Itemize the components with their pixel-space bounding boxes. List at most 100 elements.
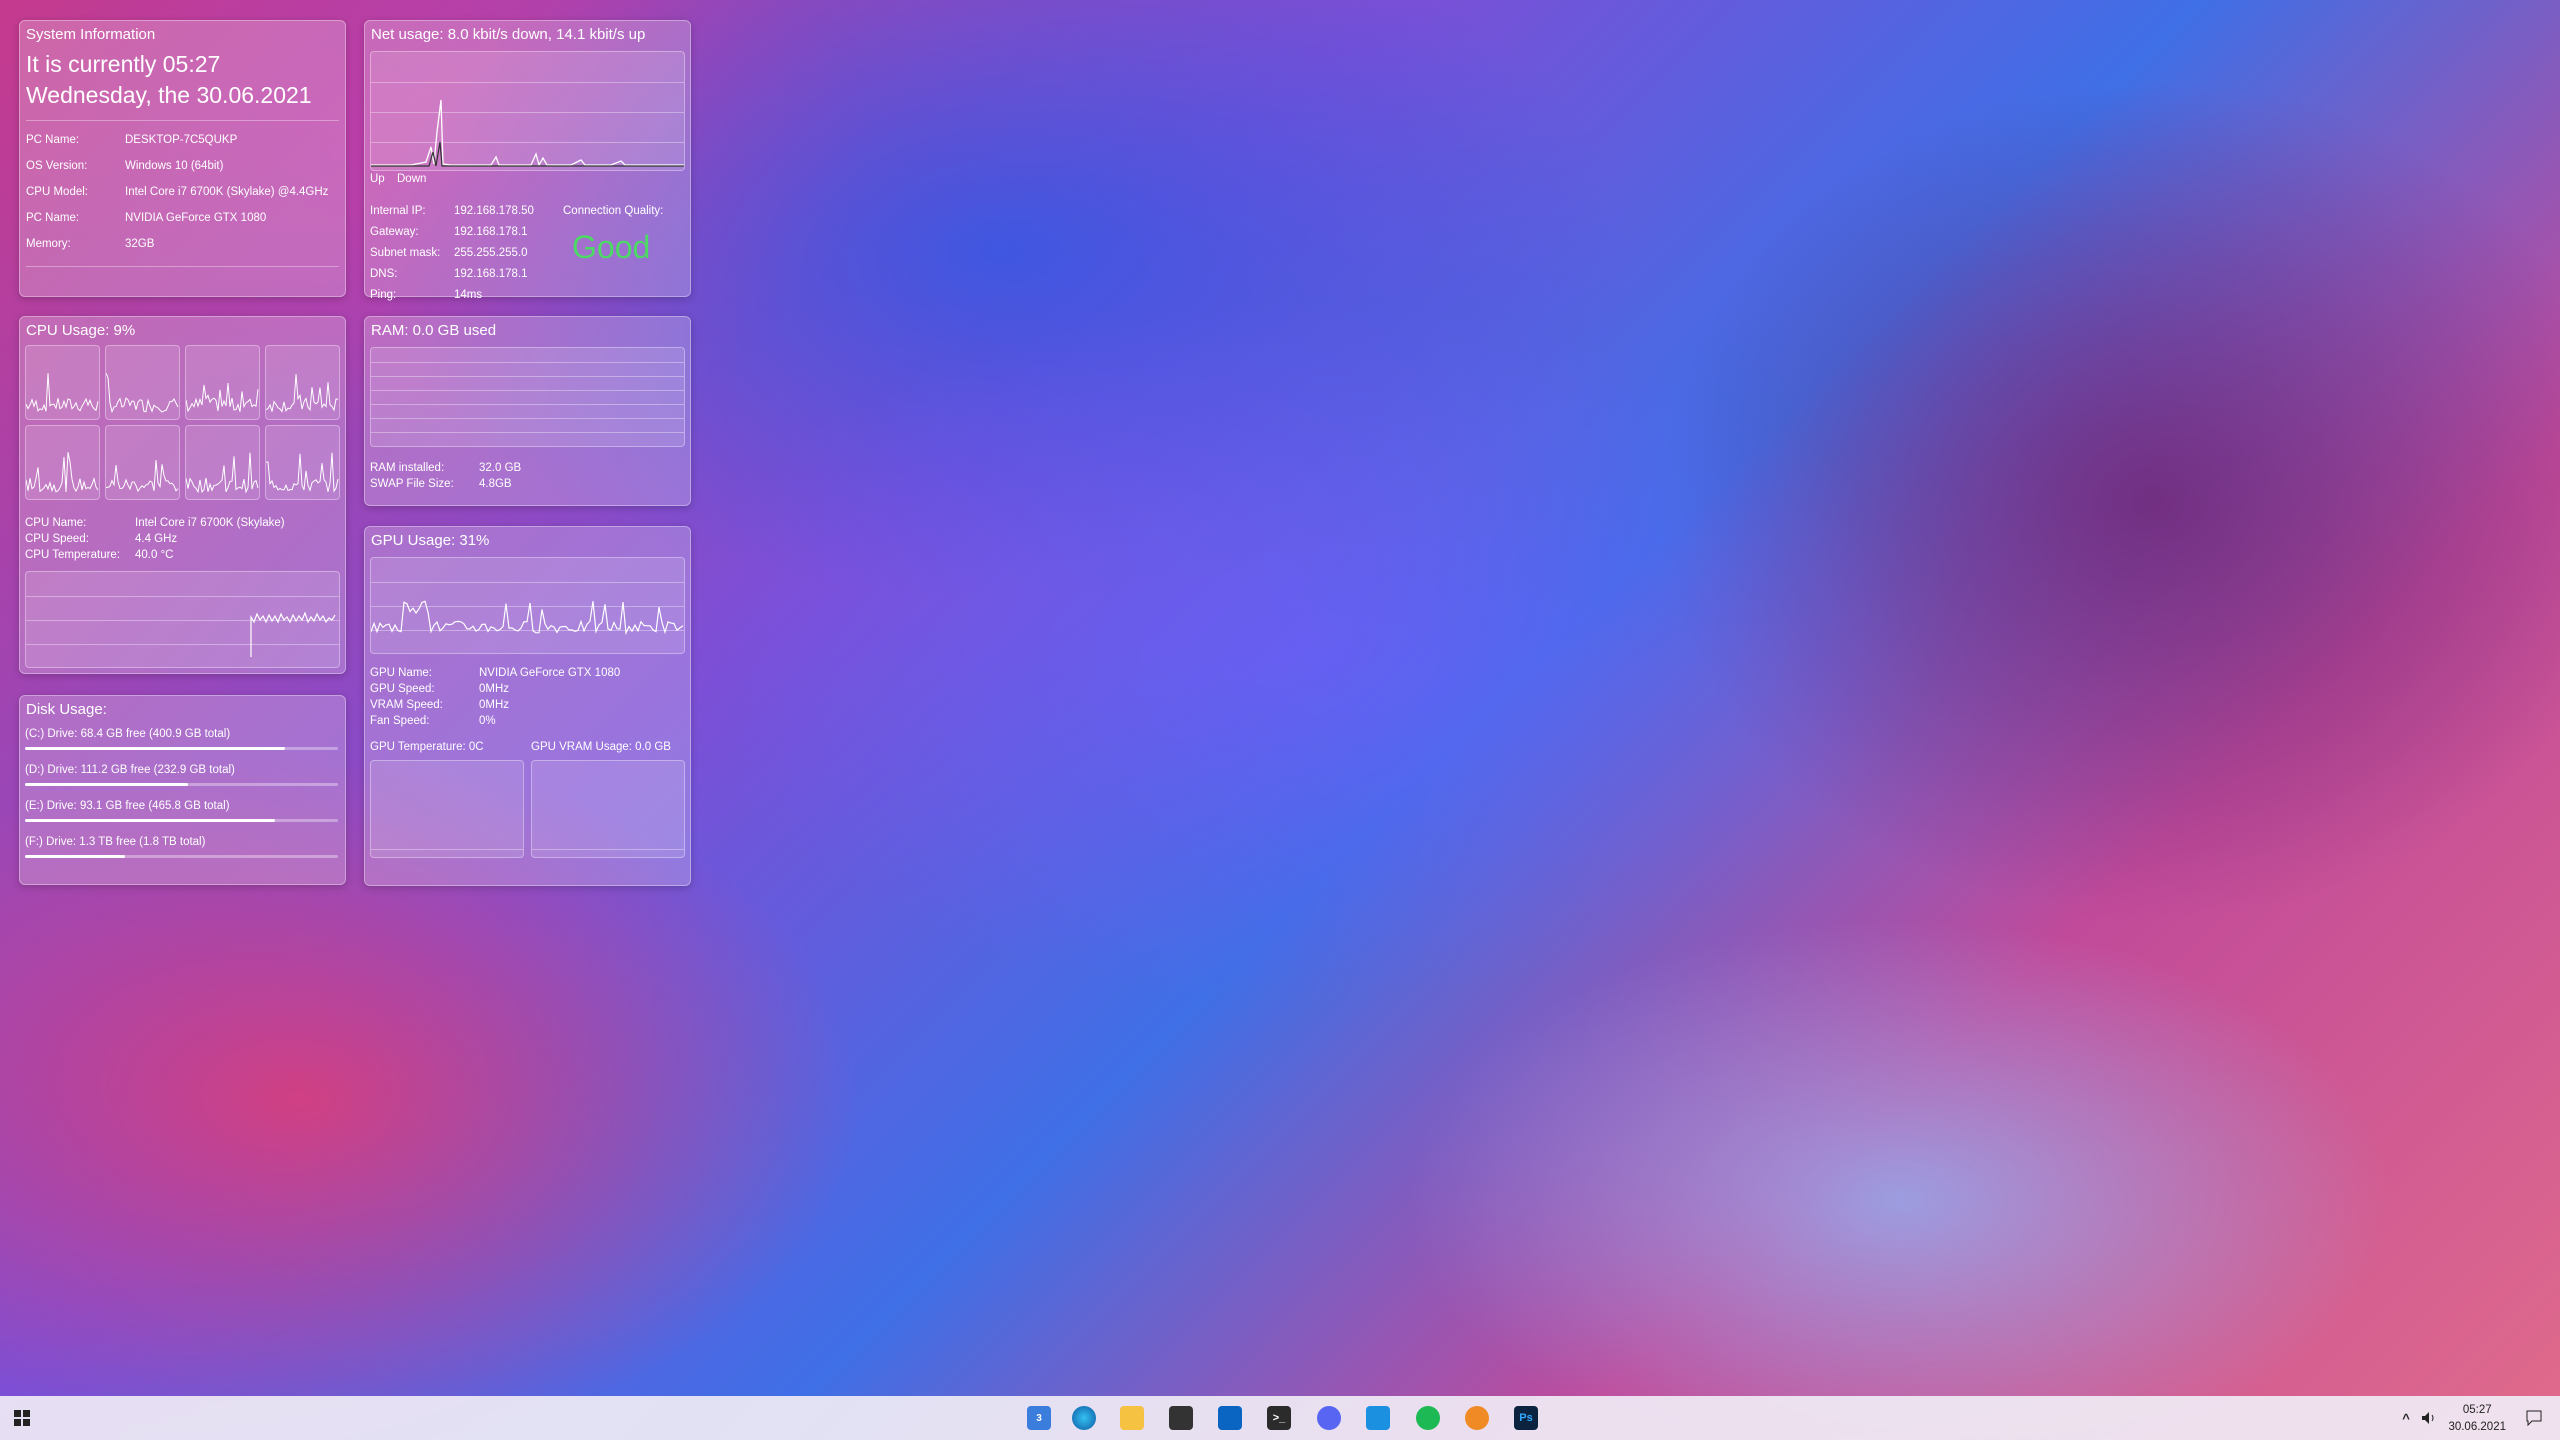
spotify-icon[interactable] (1416, 1406, 1440, 1430)
taskbar: 3 >_ Ps ^ 05:27 30.06.2021 (0, 1396, 2560, 1440)
info-value: NVIDIA GeForce GTX 1080 (125, 212, 267, 224)
gpu-value: 0MHz (479, 683, 510, 695)
cpu-label: CPU Name: (25, 517, 87, 529)
ram-title: RAM: 0.0 GB used (371, 322, 497, 339)
drive-usage-bar (25, 819, 338, 822)
explorer-badge-count: 3 (1036, 1412, 1042, 1424)
net-usage-title: Net usage: 8.0 kbit/s down, 14.1 kbit/s … (371, 26, 646, 43)
legend-up: Up (370, 173, 385, 185)
ram-label: RAM installed: (370, 462, 445, 474)
drive-usage-bar (25, 855, 338, 858)
info-label: CPU Model: (26, 186, 88, 198)
photoshop-icon[interactable]: Ps (1514, 1406, 1538, 1430)
drive-usage-bar (25, 783, 338, 786)
gpu-label: VRAM Speed: (370, 699, 443, 711)
net-value: 192.168.178.50 (454, 205, 534, 217)
info-label: Memory: (26, 238, 71, 250)
gpu-label: GPU Speed: (370, 683, 435, 695)
windows-start-icon[interactable] (10, 1406, 34, 1430)
notification-icon[interactable] (2522, 1406, 2546, 1430)
divider (26, 266, 339, 267)
ram-label: SWAP File Size: (370, 478, 454, 490)
cpu-value: 4.4 GHz (135, 533, 178, 545)
info-label: PC Name: (26, 212, 80, 224)
net-usage-panel: Net usage: 8.0 kbit/s down, 14.1 kbit/s … (364, 20, 691, 301)
net-value: 255.255.255.0 (454, 247, 528, 259)
legend-down: Down (397, 173, 427, 185)
gpu-vram-label: GPU VRAM Usage: 0.0 GB (531, 741, 671, 753)
net-label: DNS: (370, 268, 398, 280)
net-usage-graph (370, 51, 685, 171)
gpu-usage-graph (370, 557, 685, 654)
current-date-line: Wednesday, the 30.06.2021 (26, 82, 312, 108)
gpu-vram-graph (531, 760, 685, 858)
chevron-up-icon[interactable]: ^ (2398, 1406, 2414, 1430)
gpu-panel: GPU Usage: 31% GPU Name: NVIDIA GeForce … (364, 526, 691, 886)
cpu-usage-title: CPU Usage: 9% (26, 322, 136, 339)
cpu-label: CPU Temperature: (25, 549, 121, 561)
info-value: 32GB (125, 238, 155, 250)
system-info-title: System Information (26, 26, 156, 43)
cpu-temperature-line (250, 611, 336, 657)
gpu-usage-line (371, 600, 684, 636)
info-label: OS Version: (26, 160, 88, 172)
net-value: 192.168.178.1 (454, 226, 528, 238)
net-value: 14ms (454, 289, 483, 301)
outlook-icon[interactable] (1218, 1406, 1242, 1430)
speaker-icon[interactable] (2420, 1406, 2438, 1430)
connection-quality-value: Good (572, 229, 651, 265)
gpu-value: NVIDIA GeForce GTX 1080 (479, 667, 621, 679)
cpu-core-graph (105, 425, 180, 500)
net-label: Internal IP: (370, 205, 426, 217)
divider (26, 120, 339, 121)
store-icon[interactable] (1169, 1406, 1193, 1430)
net-value: 192.168.178.1 (454, 268, 528, 280)
cpu-core-graph (265, 425, 340, 500)
cpu-core-graph (25, 345, 100, 420)
file-explorer-badge-icon[interactable]: 3 (1027, 1406, 1051, 1430)
cpu-temperature-graph (25, 571, 340, 668)
net-label: Ping: (370, 289, 397, 301)
cpu-usage-panel: CPU Usage: 9% CPU Name: Intel Core i7 67… (19, 316, 346, 674)
folder-icon[interactable] (1120, 1406, 1144, 1430)
cpu-core-graph (265, 345, 340, 420)
gpu-value: 0MHz (479, 699, 510, 711)
drive-label: (C:) Drive: 68.4 GB free (400.9 GB total… (25, 728, 231, 740)
ram-usage-graph (370, 347, 685, 447)
clock-time: 05:27 (2462, 1404, 2492, 1416)
cpu-core-graph (25, 425, 100, 500)
info-value: Intel Core i7 6700K (Skylake) @4.4GHz (125, 186, 329, 198)
system-info-panel: System Information It is currently 05:27… (19, 20, 346, 297)
drive-usage-bar (25, 747, 338, 750)
cpu-core-graph (185, 425, 260, 500)
edge-icon[interactable] (1072, 1406, 1096, 1430)
current-time-line: It is currently 05:27 (26, 51, 221, 77)
info-value: DESKTOP-7C5QUKP (125, 134, 238, 146)
cpu-label: CPU Speed: (25, 533, 89, 545)
drive-label: (E:) Drive: 93.1 GB free (465.8 GB total… (25, 800, 230, 812)
connection-quality-label: Connection Quality: (563, 205, 664, 217)
drive-label: (D:) Drive: 111.2 GB free (232.9 GB tota… (25, 764, 235, 776)
ram-value: 32.0 GB (479, 462, 522, 474)
gpu-label: Fan Speed: (370, 715, 430, 727)
net-usage-line (371, 99, 684, 167)
cpu-core-graph (105, 345, 180, 420)
info-label: PC Name: (26, 134, 80, 146)
gpu-temperature-graph (370, 760, 524, 858)
disk-usage-title: Disk Usage: (26, 701, 107, 718)
gpu-title: GPU Usage: 31% (371, 532, 490, 549)
gpu-temperature-label: GPU Temperature: 0C (370, 741, 484, 753)
cpu-value: Intel Core i7 6700K (Skylake) (135, 517, 285, 529)
ram-value: 4.8GB (479, 478, 512, 490)
net-label: Subnet mask: (370, 247, 441, 259)
discord-icon[interactable] (1317, 1406, 1341, 1430)
terminal-icon[interactable]: >_ (1267, 1406, 1291, 1430)
info-value: Windows 10 (64bit) (125, 160, 224, 172)
blender-icon[interactable] (1465, 1406, 1489, 1430)
cpu-value: 40.0 °C (135, 549, 174, 561)
vscode-icon[interactable] (1366, 1406, 1390, 1430)
gpu-value: 0% (479, 715, 496, 727)
cpu-core-graph (185, 345, 260, 420)
taskbar-clock[interactable]: 05:27 30.06.2021 (2448, 1402, 2506, 1436)
net-label: Gateway: (370, 226, 419, 238)
